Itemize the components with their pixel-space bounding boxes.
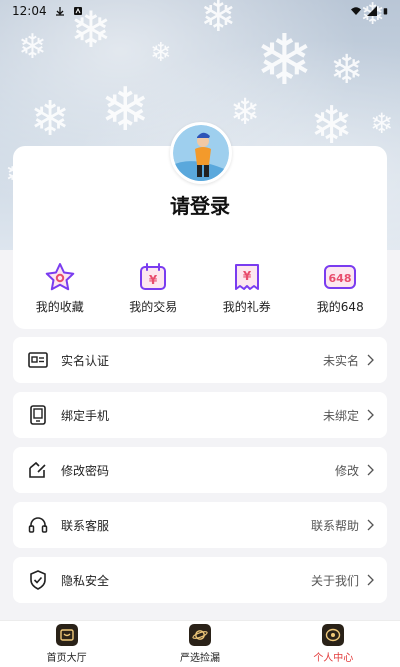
row-value: 修改 — [334, 463, 359, 478]
row-label: 联系客服 — [61, 518, 110, 533]
648-badge-text: 648 — [329, 272, 352, 285]
signal-icon — [367, 6, 377, 16]
648-badge-icon: 648 — [323, 262, 357, 292]
snowflake-decoration: ❄ — [255, 19, 314, 101]
download-icon — [55, 7, 64, 16]
tab-selection[interactable]: 严选捡漏 — [145, 624, 255, 664]
row-change-password[interactable]: 修改密码 修改 — [13, 447, 387, 493]
edit-icon — [27, 459, 49, 481]
yen-calendar-icon: ¥ — [136, 262, 170, 292]
snowflake-decoration: ❄ — [370, 107, 394, 140]
row-value: 关于我们 — [310, 573, 359, 588]
user-center-icon — [322, 624, 345, 646]
status-bar: 12:04 — [0, 0, 400, 22]
row-value: 联系帮助 — [310, 518, 359, 533]
row-privacy-security[interactable]: 隐私安全 关于我们 — [13, 557, 387, 603]
home-icon — [55, 624, 78, 646]
headset-icon — [27, 514, 49, 536]
yen-coupon-icon: ¥ — [230, 262, 264, 292]
snowflake-decoration: ❄ — [100, 75, 151, 145]
row-customer-service[interactable]: 联系客服 联系帮助 — [13, 502, 387, 548]
id-card-icon — [27, 349, 49, 371]
chevron-right-icon — [367, 354, 374, 366]
quick-action-label: 我的交易 — [129, 300, 178, 314]
row-label: 隐私安全 — [61, 573, 110, 588]
tab-label: 首页大厅 — [46, 653, 87, 664]
avatar[interactable] — [170, 122, 232, 184]
wifi-icon — [351, 7, 361, 15]
row-real-name[interactable]: 实名认证 未实名 — [13, 337, 387, 383]
chevron-right-icon — [367, 574, 374, 586]
quick-action-coupons[interactable]: ¥ 我的礼券 — [207, 262, 287, 322]
svg-text:¥: ¥ — [149, 273, 158, 287]
tab-label: 个人中心 — [313, 653, 354, 664]
tab-home[interactable]: 首页大厅 — [12, 624, 122, 664]
quick-action-label: 我的收藏 — [35, 300, 84, 314]
quick-action-648[interactable]: 648 我的648 — [300, 262, 380, 322]
row-label: 修改密码 — [61, 463, 110, 478]
chevron-right-icon — [367, 464, 374, 476]
user-avatar-icon — [173, 125, 229, 181]
quick-action-label: 我的礼券 — [222, 300, 271, 314]
svg-text:¥: ¥ — [243, 269, 252, 283]
snowflake-decoration: ❄ — [30, 91, 71, 147]
chevron-right-icon — [367, 519, 374, 531]
chevron-right-icon — [367, 409, 374, 421]
battery-icon — [383, 8, 388, 15]
row-bind-phone[interactable]: 绑定手机 未绑定 — [13, 392, 387, 438]
snowflake-decoration: ❄ — [310, 96, 354, 156]
planet-icon — [188, 624, 211, 646]
shield-icon — [27, 569, 49, 591]
status-time: 12:04 — [12, 4, 47, 18]
snowflake-decoration: ❄ — [230, 92, 261, 133]
quick-action-label: 我的648 — [316, 300, 364, 314]
row-value: 未实名 — [322, 353, 359, 368]
quick-actions: 我的收藏 ¥ 我的交易 ¥ 我的礼券 648 我的648 — [13, 262, 387, 322]
app-notification-icon — [73, 7, 82, 15]
tab-personal-center[interactable]: 个人中心 — [278, 624, 388, 664]
quick-action-favorites[interactable]: 我的收藏 — [20, 262, 100, 322]
login-prompt[interactable]: 请登录 — [0, 190, 400, 219]
bottom-tab-bar: 首页大厅 严选捡漏 个人中心 — [0, 620, 400, 667]
star-icon — [43, 262, 77, 292]
snowflake-decoration: ❄ — [330, 47, 364, 93]
tab-label: 严选捡漏 — [179, 653, 220, 664]
phone-icon — [27, 404, 49, 426]
row-label: 绑定手机 — [61, 408, 110, 423]
quick-action-trades[interactable]: ¥ 我的交易 — [113, 262, 193, 322]
snowflake-decoration: ❄ — [18, 27, 47, 67]
row-label: 实名认证 — [61, 353, 110, 368]
snowflake-decoration: ❄ — [150, 38, 172, 68]
row-value: 未绑定 — [322, 408, 359, 423]
